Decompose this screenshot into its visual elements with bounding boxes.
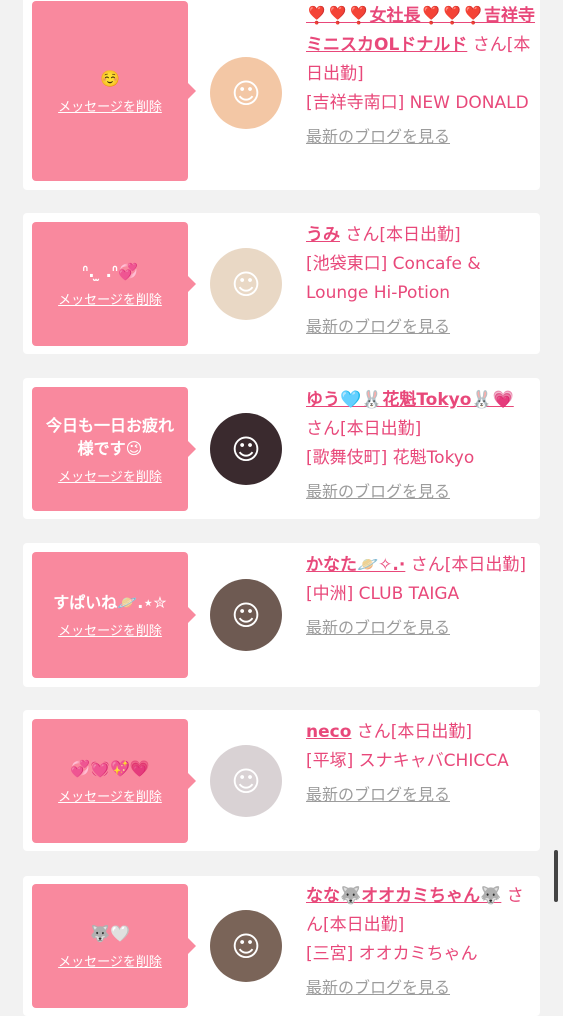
cast-card: ☺️ メッセージを削除 ☺ ❣️❣️❣️女社長❣️❣️❣️吉祥寺ミニスカOLドナ…: [23, 0, 540, 190]
message-bubble: 💞💓💖💗 メッセージを削除: [32, 719, 196, 843]
avatar[interactable]: ☺: [210, 910, 282, 982]
masked-girl-avatar-icon: ☺: [231, 764, 261, 798]
status-badge: [本日出勤]: [444, 555, 526, 575]
shop-name: [三宮] オオカミちゃん: [306, 944, 478, 964]
cast-name-link[interactable]: うみ: [306, 225, 340, 245]
status-badge: [本日出勤]: [340, 419, 422, 439]
shop-name: [中洲] CLUB TAIGA: [306, 584, 460, 604]
cast-info: なな🐺オオカミちゃん🐺 さん[本日出勤] [三宮] オオカミちゃん 最新のブログ…: [306, 882, 536, 1001]
latest-blog-link[interactable]: 最新のブログを見る: [306, 479, 536, 505]
cast-card: 💞💓💖💗 メッセージを削除 ☺ neco さん[本日出勤] [平塚] スナキャバ…: [23, 710, 540, 851]
blonde-girl-avatar-icon: ☺: [231, 267, 261, 301]
cast-name-link[interactable]: かなた🪐✧.·: [306, 555, 405, 575]
cast-info: neco さん[本日出勤] [平塚] スナキャバCHICCA 最新のブログを見る: [306, 718, 536, 808]
cast-info: ❣️❣️❣️女社長❣️❣️❣️吉祥寺ミニスカOLドナルド さん[本日出勤] [吉…: [306, 2, 536, 150]
cast-card: ᐢ. ̫ .ᐢ💞 メッセージを削除 ☺ うみ さん[本日出勤] [池袋東口] C…: [23, 213, 540, 354]
honorific: さん: [356, 722, 391, 742]
status-badge: [本日出勤]: [390, 722, 473, 742]
message-text: 💞💓💖💗: [70, 759, 150, 778]
latest-blog-link[interactable]: 最新のブログを見る: [306, 124, 536, 150]
delete-message-link[interactable]: メッセージを削除: [58, 289, 162, 308]
cast-info: うみ さん[本日出勤] [池袋東口] Concafe & Lounge Hi-P…: [306, 221, 536, 340]
cast-info: かなた🪐✧.· さん[本日出勤] [中洲] CLUB TAIGA 最新のブログを…: [306, 551, 536, 641]
honorific: さん: [472, 35, 507, 55]
shop-name: [平塚] スナキャバCHICCA: [306, 751, 509, 771]
dark-hair-girl-avatar-icon: ☺: [231, 432, 261, 466]
message-bubble: 今日も一日お疲れ様です😉 メッセージを削除: [32, 387, 196, 511]
cast-card: 今日も一日お疲れ様です😉 メッセージを削除 ☺ ゆう🩵🐰花魁Tokyo🐰💗 さん…: [23, 378, 540, 519]
cast-name-link[interactable]: ゆう🩵🐰花魁Tokyo🐰💗: [306, 390, 514, 410]
message-text: ☺️: [100, 69, 120, 88]
message-bubble: ᐢ. ̫ .ᐢ💞 メッセージを削除: [32, 222, 196, 346]
anime-girl-avatar-icon: ☺: [231, 76, 261, 110]
cast-card: すぱいね🪐.⋆✮ メッセージを削除 ☺ かなた🪐✧.· さん[本日出勤] [中洲…: [23, 543, 540, 687]
delete-message-link[interactable]: メッセージを削除: [58, 951, 162, 970]
shop-name: [吉祥寺南口] NEW DONALD: [306, 93, 529, 113]
scrollbar[interactable]: [554, 850, 558, 902]
avatar[interactable]: ☺: [210, 248, 282, 320]
latest-blog-link[interactable]: 最新のブログを見る: [306, 615, 536, 641]
cast-info: ゆう🩵🐰花魁Tokyo🐰💗 さん[本日出勤] [歌舞伎町] 花魁Tokyo 最新…: [306, 386, 536, 505]
delete-message-link[interactable]: メッセージを削除: [58, 620, 162, 639]
message-bubble: ☺️ メッセージを削除: [32, 1, 196, 181]
avatar[interactable]: ☺: [210, 57, 282, 129]
message-text: ᐢ. ̫ .ᐢ💞: [82, 262, 138, 281]
status-badge: [本日出勤]: [379, 225, 461, 245]
honorific: さん: [410, 555, 445, 575]
cast-name-link[interactable]: なな🐺オオカミちゃん🐺: [306, 886, 501, 906]
message-text: 今日も一日お疲れ様です😉: [45, 415, 174, 458]
delete-message-link[interactable]: メッセージを削除: [58, 96, 162, 115]
delete-message-link[interactable]: メッセージを削除: [58, 786, 162, 805]
shop-name: [池袋東口] Concafe & Lounge Hi-Potion: [306, 254, 481, 303]
cast-name-link[interactable]: neco: [306, 722, 351, 742]
long-hair-girl-avatar-icon: ☺: [231, 598, 261, 632]
avatar[interactable]: ☺: [210, 745, 282, 817]
latest-blog-link[interactable]: 最新のブログを見る: [306, 314, 536, 340]
latest-blog-link[interactable]: 最新のブログを見る: [306, 782, 536, 808]
short-hair-girl-avatar-icon: ☺: [231, 929, 261, 963]
shop-name: [歌舞伎町] 花魁Tokyo: [306, 448, 475, 468]
latest-blog-link[interactable]: 最新のブログを見る: [306, 975, 536, 1001]
avatar[interactable]: ☺: [210, 579, 282, 651]
avatar[interactable]: ☺: [210, 413, 282, 485]
message-text: 🐺🤍: [90, 924, 130, 943]
message-bubble: 🐺🤍 メッセージを削除: [32, 884, 196, 1008]
honorific: さん: [306, 419, 340, 439]
message-bubble: すぱいね🪐.⋆✮ メッセージを削除: [32, 552, 196, 678]
honorific: さん: [345, 225, 380, 245]
status-badge: [本日出勤]: [323, 915, 405, 935]
message-text: すぱいね🪐.⋆✮: [53, 593, 167, 612]
delete-message-link[interactable]: メッセージを削除: [58, 466, 162, 485]
cast-card: 🐺🤍 メッセージを削除 ☺ なな🐺オオカミちゃん🐺 さん[本日出勤] [三宮] …: [23, 876, 540, 1016]
